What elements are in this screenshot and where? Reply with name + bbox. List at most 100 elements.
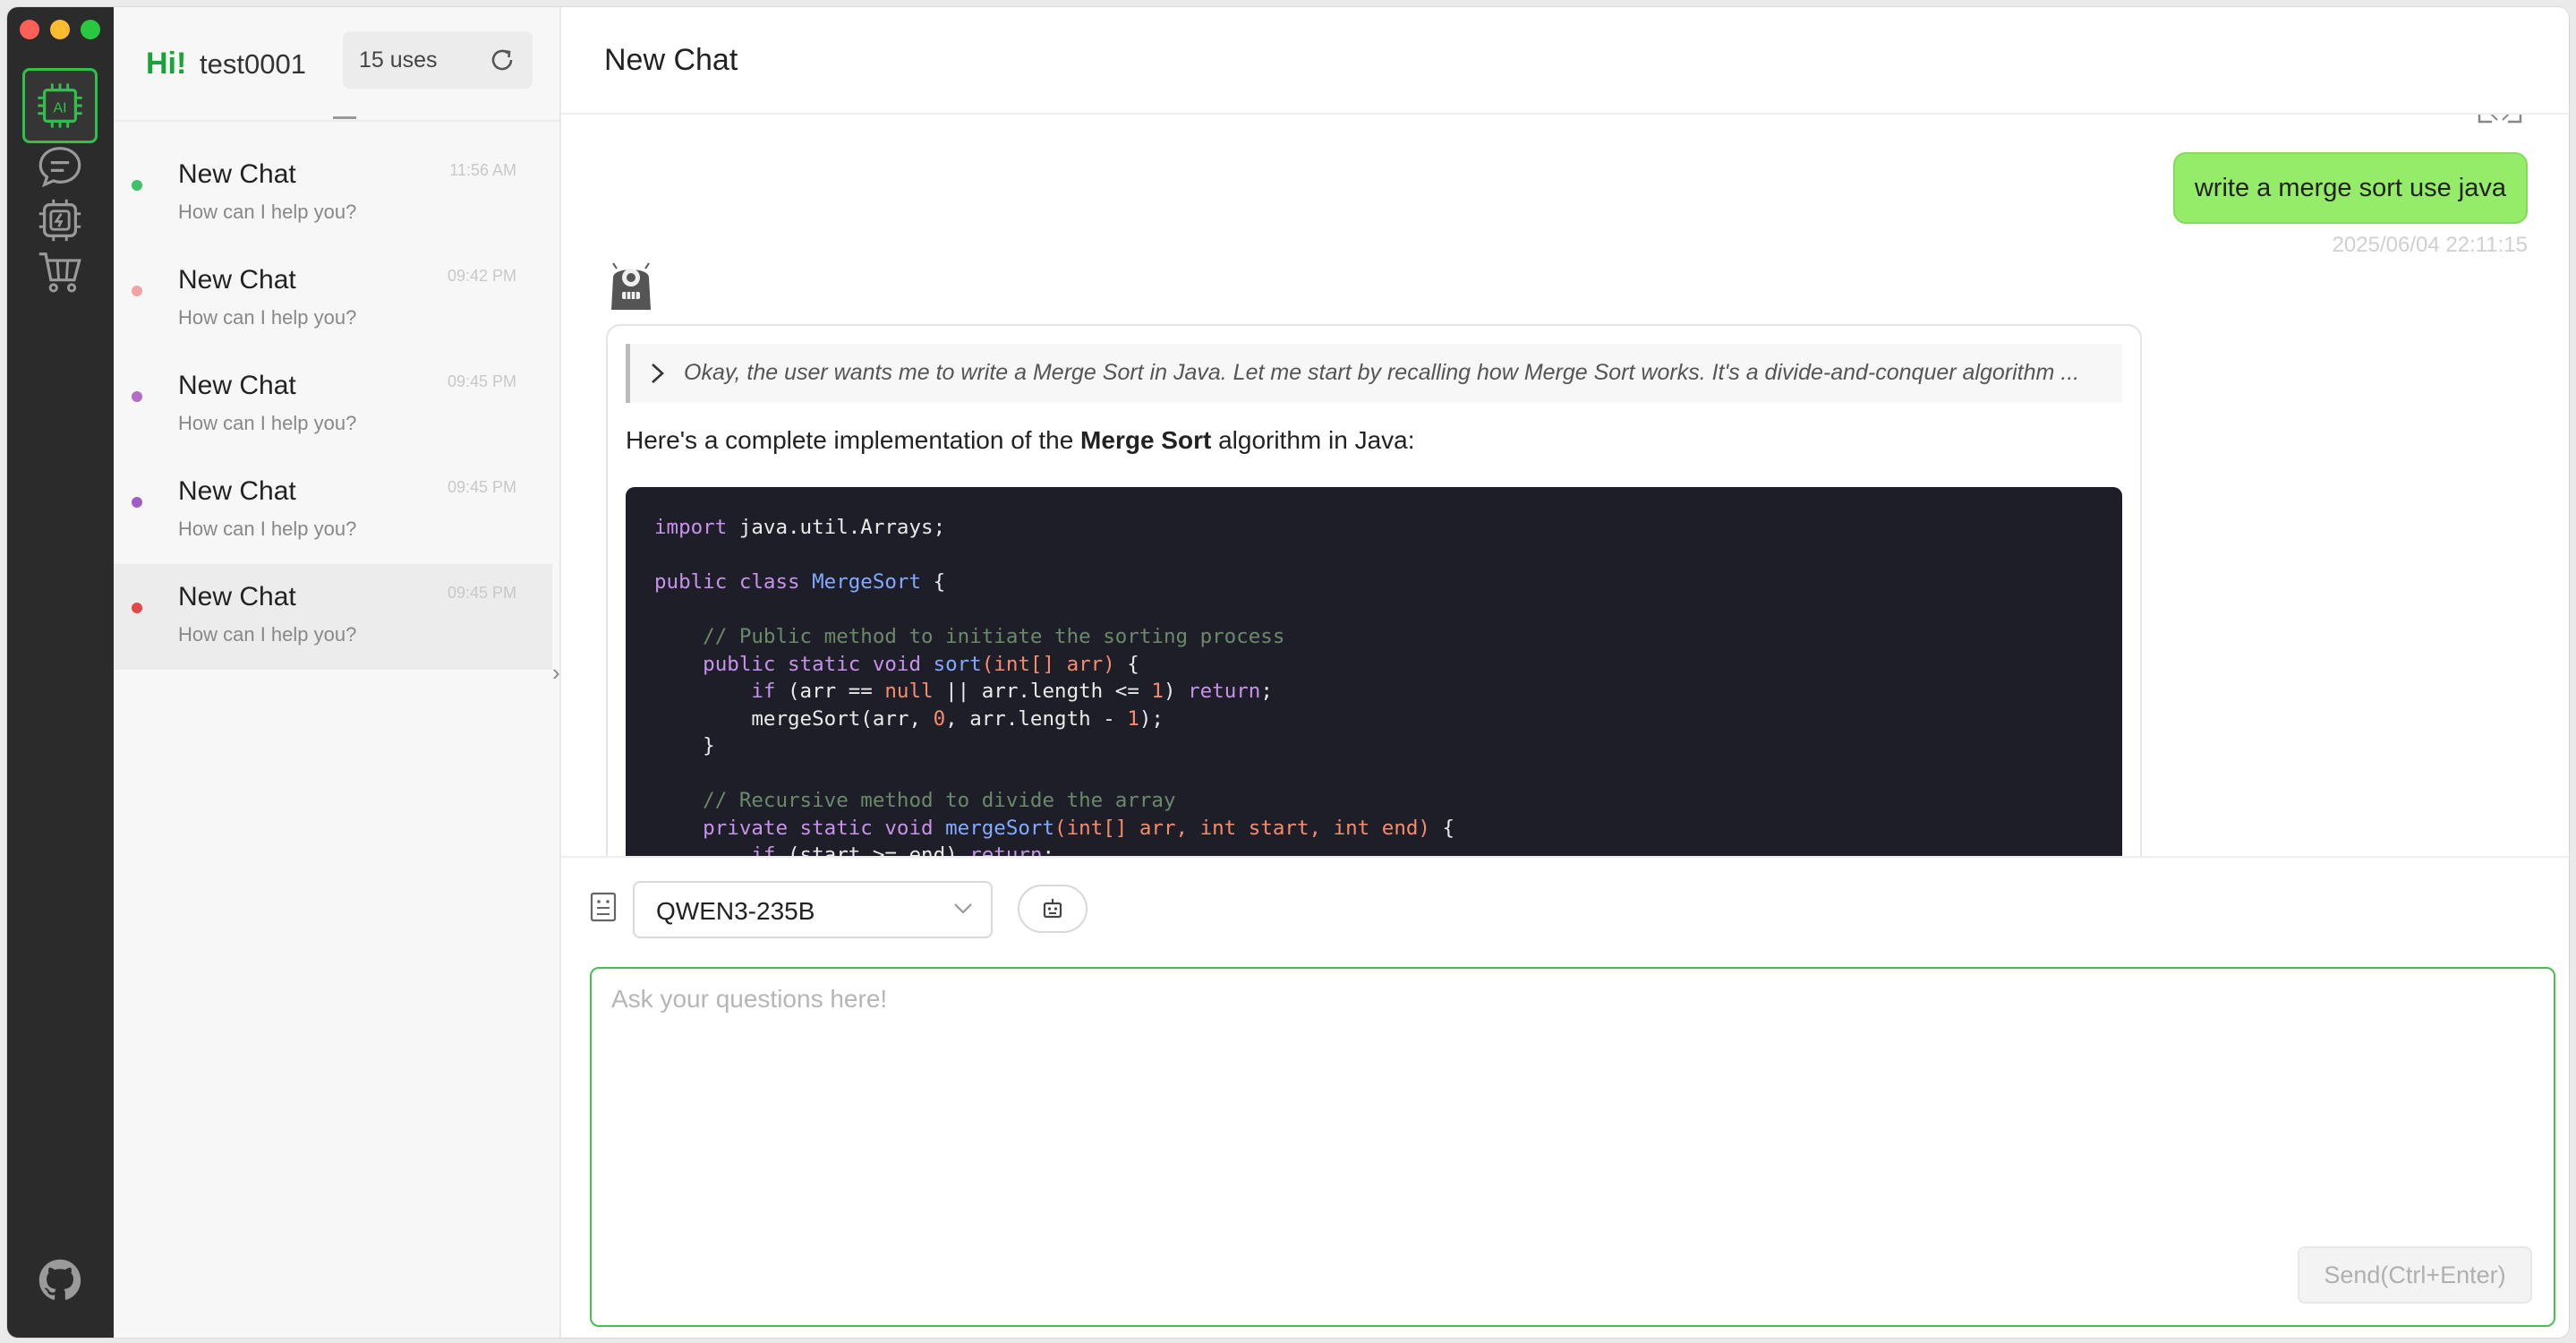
robot-icon [1043, 899, 1062, 919]
chat-header: New Chat [561, 7, 2569, 115]
chat-subtitle: How can I help you? [178, 201, 357, 223]
chat-status-dot [132, 603, 142, 613]
code-line: if (start >= end) return; [654, 842, 2094, 856]
code-token: 1 [1127, 706, 1139, 731]
close-window-button[interactable] [20, 20, 39, 39]
code-token: { [1429, 816, 1455, 840]
github-link[interactable] [22, 1243, 98, 1318]
expand-icon[interactable] [2478, 115, 2522, 125]
code-token: null [884, 680, 934, 703]
code-token: , arr.length - [945, 706, 1128, 731]
code-line: import java.util.Arrays; [654, 514, 2094, 542]
chat-list-item[interactable]: New Chat How can I help you? 09:45 PM [114, 564, 552, 670]
chat-time: 09:45 PM [447, 584, 516, 602]
code-token: ; [1260, 680, 1273, 703]
chat-title: New Chat [178, 371, 296, 400]
page-title: New Chat [604, 43, 738, 77]
code-line: public class MergeSort { [654, 569, 2094, 596]
chat-subtitle: How can I help you? [178, 518, 357, 540]
maximize-window-button[interactable] [81, 20, 100, 39]
chat-title: New Chat [178, 582, 296, 612]
sidebar-header: Hi! test0001 15 uses [114, 7, 559, 122]
code-block[interactable]: import java.util.Arrays; public class Mer… [626, 487, 2122, 856]
usage-counter: 15 uses [343, 31, 533, 89]
code-token: mergeSort(arr, [654, 706, 934, 731]
code-token: public static void [654, 652, 934, 676]
code-line: // Recursive method to divide the array [654, 787, 2094, 815]
minimize-window-button[interactable] [50, 20, 70, 39]
code-token: return [1188, 680, 1261, 703]
chat-status-dot [132, 180, 142, 191]
code-token: ) [1163, 680, 1189, 703]
chat-title: New Chat [178, 476, 296, 506]
model-select[interactable]: QWEN3-235B [633, 881, 993, 938]
code-token: // Recursive method to divide the array [654, 789, 1176, 812]
user-message-bubble: write a merge sort use java [2172, 152, 2528, 224]
send-button[interactable]: Send(Ctrl+Enter) [2298, 1246, 2532, 1304]
code-token: 0 [933, 706, 946, 731]
code-token: 1 [1151, 680, 1164, 703]
message-input[interactable]: Ask your questions here! Send(Ctrl+Enter… [590, 967, 2555, 1327]
code-token: ); [1139, 706, 1164, 731]
github-icon [38, 1259, 81, 1300]
robot-avatar-icon [611, 262, 651, 310]
window-controls [20, 20, 100, 39]
drag-handle[interactable] [333, 116, 356, 119]
code-token: import [654, 516, 728, 539]
refresh-icon[interactable] [488, 46, 516, 74]
chat-title: New Chat [178, 159, 296, 189]
ai-chip-icon: AI [38, 83, 82, 128]
chat-list-item[interactable]: New Chat How can I help you? 11:56 AM [114, 141, 552, 247]
code-token: private static void [654, 816, 946, 840]
shopping-cart-icon [38, 252, 81, 293]
code-token: || arr.length <= [933, 680, 1152, 703]
message-input-placeholder: Ask your questions here! [611, 985, 888, 1013]
code-token: public class [654, 570, 813, 594]
code-token: if [654, 680, 776, 703]
input-panel: QWEN3-235B Ask your questions here! Send… [561, 856, 2569, 1338]
thinking-block[interactable]: Okay, the user wants me to write a Merge… [626, 344, 2122, 403]
assistant-tool-button[interactable] [1018, 885, 1088, 933]
chat-sidebar: Hi! test0001 15 uses New Chat How can I h… [114, 7, 561, 1338]
user-message-time: 2025/06/04 22:11:15 [2332, 233, 2528, 257]
code-token: ; [1042, 843, 1055, 856]
chevron-down-icon [954, 903, 972, 914]
code-line: if (arr == null || arr.length <= 1) retu… [654, 678, 2094, 706]
chat-time: 09:45 PM [447, 478, 516, 496]
code-token: if [654, 843, 776, 856]
code-token: sort [933, 652, 982, 676]
rail-item-store[interactable] [22, 235, 98, 310]
code-token: java.util.Arrays; [727, 516, 946, 539]
code-token: (int[] arr) [981, 652, 1115, 676]
chat-title: New Chat [178, 265, 296, 295]
code-line: // Public method to initiate the sorting… [654, 623, 2094, 651]
chat-time: 09:42 PM [447, 267, 516, 285]
chat-list-item[interactable]: New Chat How can I help you? 09:45 PM [114, 458, 552, 564]
code-line: private static void mergeSort(int[] arr,… [654, 815, 2094, 843]
code-token: mergeSort [945, 816, 1055, 840]
uses-label: 15 uses [359, 47, 438, 73]
app-window: AI Hi! test0001 15 uses New Chat How can… [7, 7, 2569, 1338]
chevron-right-icon[interactable] [650, 362, 666, 385]
assistant-message-card: Okay, the user wants me to write a Merge… [606, 324, 2142, 856]
chat-time: 11:56 AM [449, 161, 516, 179]
code-token: return [969, 843, 1043, 856]
nav-rail: AI [7, 7, 114, 1338]
code-line: mergeSort(arr, 0, arr.length - 1); [654, 706, 2094, 733]
collapse-sidebar-chevron-icon[interactable]: › [552, 659, 560, 687]
prompt-template-icon[interactable] [590, 892, 617, 922]
code-token: MergeSort [812, 570, 922, 594]
chat-list-item[interactable]: New Chat How can I help you? 09:45 PM [114, 353, 552, 458]
message-area[interactable]: write a merge sort use java 2025/06/04 2… [561, 115, 2569, 856]
chat-list-item[interactable]: New Chat How can I help you? 09:42 PM [114, 247, 552, 353]
assistant-intro-text: Here's a complete implementation of the … [626, 426, 1415, 454]
chat-subtitle: How can I help you? [178, 306, 357, 329]
code-line: public static void sort(int[] arr) { [654, 651, 2094, 679]
chat-subtitle: How can I help you? [178, 623, 357, 646]
chat-subtitle: How can I help you? [178, 412, 357, 434]
code-token: (int[] arr, int start, int end) [1054, 816, 1430, 840]
code-token: { [1114, 652, 1139, 676]
code-token: // Public method to initiate the sorting… [654, 625, 1285, 648]
chat-time: 09:45 PM [447, 372, 516, 390]
